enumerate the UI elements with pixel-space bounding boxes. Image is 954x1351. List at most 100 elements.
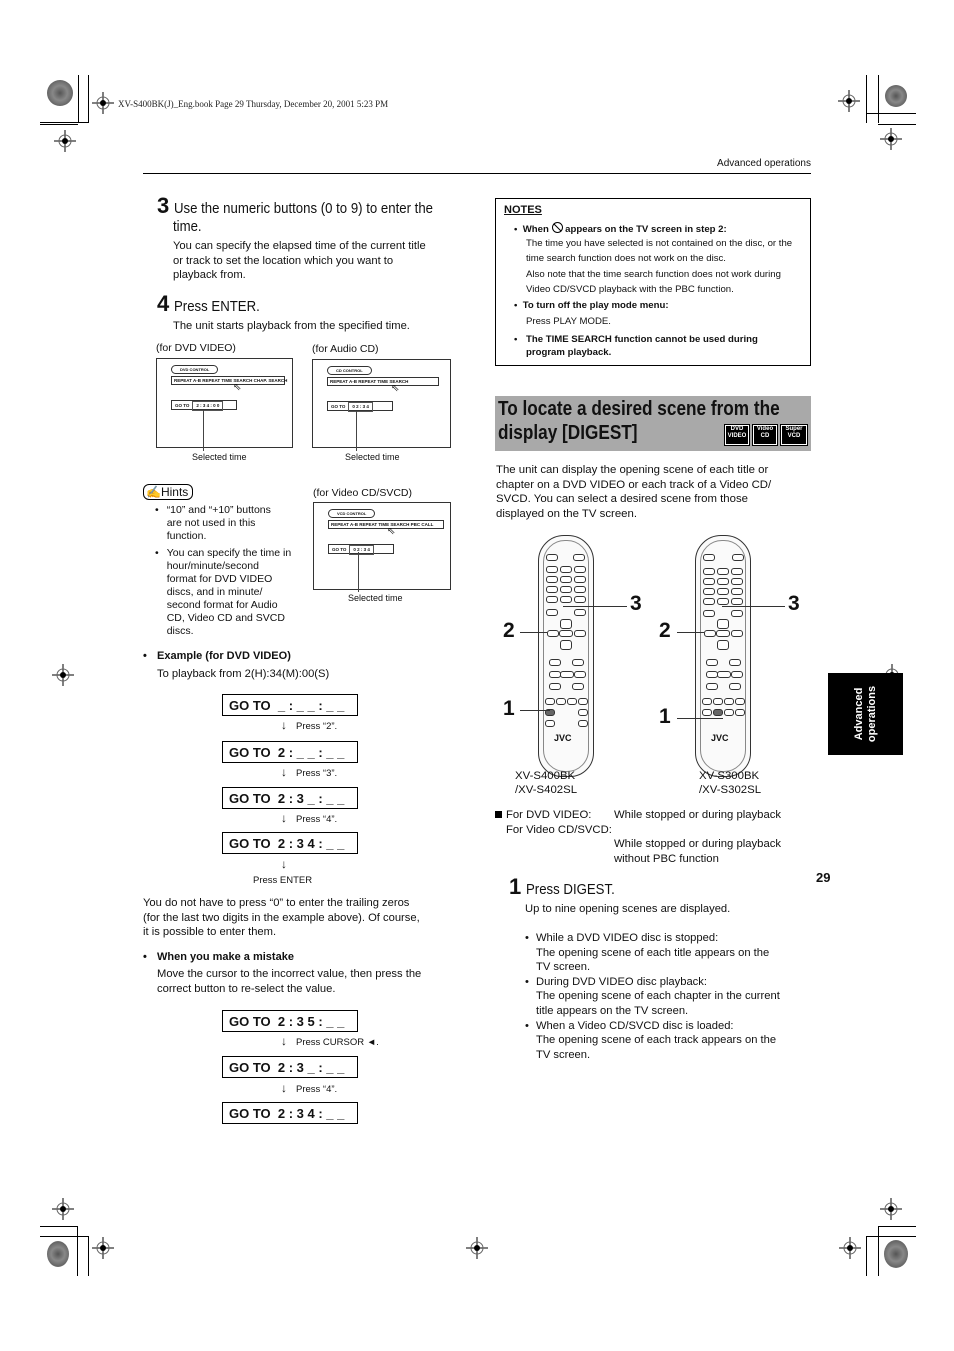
remote-control-xv-s300bk: JVC <box>695 535 751 777</box>
number-button <box>717 598 729 605</box>
text-line: TV screen. <box>536 1048 591 1061</box>
text-line: second format for Audio <box>166 599 278 611</box>
digest-step-1-body: Up to nine opening scenes are displayed. <box>525 903 731 915</box>
note-body: The time you have selected is not contai… <box>526 238 793 264</box>
next-button <box>572 659 584 666</box>
digest-intro: The unit can display the opening scene o… <box>496 463 771 521</box>
text-line: function. <box>166 530 207 542</box>
number-button <box>717 588 729 595</box>
text-line: When a Video CD/SVCD disc is loaded: <box>536 1019 734 1032</box>
note-item: • To turn off the play mode menu: <box>514 300 669 311</box>
audio-button <box>724 698 734 705</box>
zoom-button <box>735 709 745 716</box>
digest-bullets: • While a DVD VIDEO disc is stopped: The… <box>525 931 815 1062</box>
number-button <box>560 576 572 583</box>
number-button <box>731 578 743 585</box>
angle-button <box>735 698 745 705</box>
callout-number: 1 <box>659 705 671 728</box>
down-arrow-icon: ↓ <box>281 718 287 732</box>
crop-mark <box>866 1236 867 1276</box>
goto-display: GO TO _ : _ _ : _ _ <box>222 694 358 716</box>
registration-mark-icon <box>54 130 76 152</box>
text-line: playback from. <box>173 269 246 282</box>
cursor-right-button <box>731 630 743 637</box>
condition-label: For Video CD/SVCD: <box>506 823 612 836</box>
control-label: CD CONTROL <box>327 366 372 375</box>
tv-screen-vcd: VCD CONTROL REPEAT A-B REPEAT TIME SEARC… <box>313 502 451 590</box>
square-bullet-icon <box>495 811 502 818</box>
text-line: displayed on the TV screen. <box>496 507 637 520</box>
text-line: chapter on a DVD VIDEO or each track of … <box>496 478 772 491</box>
previous-button <box>549 659 561 666</box>
press-instruction: Press “4”. <box>296 814 338 825</box>
chapter-side-tab: Advanced operations <box>828 673 903 755</box>
crop-mark <box>77 1226 78 1276</box>
bullet-item: • When a Video CD/SVCD disc is loaded: T… <box>525 1019 777 1061</box>
goto-display: GO TO 2 : 3 _ : _ _ <box>222 787 358 809</box>
digest-button <box>713 709 723 716</box>
note-body: Press PLAY MODE. <box>526 316 611 327</box>
number-button <box>731 568 743 575</box>
leader-line <box>358 552 359 592</box>
goto-field: GO TO 0 2 : 3 4 <box>328 544 394 555</box>
number-button <box>703 588 715 595</box>
step-3: 3 Use the numeric buttons (0 to 9) to en… <box>157 195 477 218</box>
goto-display: GO TO 2 : 3 4 : _ _ <box>222 832 358 854</box>
control-label: VCD CONTROL <box>328 509 376 518</box>
mistake-heading: • When you make a mistake <box>143 951 294 963</box>
crop-mark <box>78 75 79 123</box>
number-button <box>703 578 715 585</box>
text-line: operations <box>865 685 878 743</box>
bullet-item: • During DVD VIDEO disc playback: The op… <box>525 975 780 1017</box>
play-button <box>717 671 731 678</box>
pause-button <box>731 671 743 678</box>
crop-mark <box>40 124 78 125</box>
text-line: format for DVD VIDEO <box>166 573 273 585</box>
condition-value: While stopped or during playback <box>614 809 782 821</box>
leader-line <box>203 410 204 451</box>
3d-phonic-button <box>702 709 712 716</box>
usage-conditions: For DVD VIDEO: While stopped or during pl… <box>495 808 815 866</box>
callout-number: 2 <box>503 619 515 642</box>
note-item: • The TIME SEARCH function cannot be used… <box>514 333 799 359</box>
text-line: XV-S400BK <box>515 770 576 782</box>
crop-mark <box>40 1236 88 1237</box>
press-instruction: Press ENTER <box>253 875 313 886</box>
cursor-right-button <box>574 630 586 637</box>
selected-time-label: Selected time <box>345 452 400 462</box>
note-body: Also note that the time search function … <box>526 269 781 295</box>
registration-mark-icon <box>92 1237 114 1259</box>
text-line: (for the last two digits in the example … <box>143 911 420 924</box>
menu-bar: REPEAT A-B REPEAT TIME SEARCH CHAP. SEAR… <box>171 376 287 385</box>
note-item: • When appears on the TV screen in step … <box>514 222 727 235</box>
text-line: The unit can display the opening scene o… <box>496 464 769 476</box>
condition-value: While stopped or during playback <box>614 838 782 851</box>
subtitle-button <box>713 698 723 705</box>
cursor-up-button <box>717 619 729 629</box>
text-line: During DVD VIDEO disc playback: <box>536 975 707 988</box>
text-line: The opening scene of each chapter in the… <box>536 990 780 1003</box>
number-button <box>560 566 572 573</box>
number-button <box>731 588 743 595</box>
step-title: Press ENTER. <box>173 298 260 315</box>
trailing-zero-note: You do not have to press “0” to enter th… <box>143 896 420 940</box>
callout-number: 3 <box>630 592 642 615</box>
brand-logo: JVC <box>711 733 729 743</box>
mistake-title: When you make a mistake <box>157 951 294 963</box>
text-line: The opening scene of each track appears … <box>536 1034 777 1047</box>
registration-mark-icon <box>52 1198 74 1220</box>
note-title: To turn off the play mode menu: <box>522 300 669 311</box>
digest-step-1: 1 Press DIGEST. <box>509 876 627 899</box>
leader-line <box>356 411 357 451</box>
crop-mark <box>88 1236 89 1276</box>
number-button <box>703 598 715 605</box>
note-title: When <box>522 224 549 235</box>
text-line: are not used in this <box>166 517 256 529</box>
title-line: To locate a desired scene from the <box>498 398 780 420</box>
text-line: title appears on the TV screen. <box>536 1004 689 1017</box>
subtitle-button <box>556 698 566 705</box>
number-button <box>546 566 558 573</box>
goto-label: GO TO <box>175 403 190 408</box>
angle-button <box>724 709 734 716</box>
step-4-body: The unit starts playback from the specif… <box>173 320 410 332</box>
